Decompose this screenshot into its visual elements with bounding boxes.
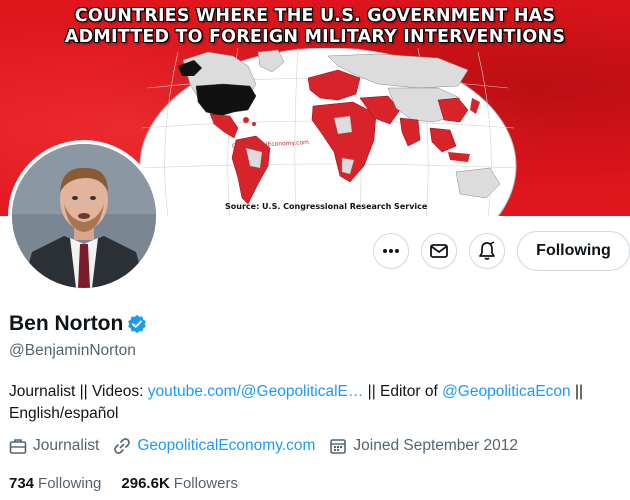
joined-item: Joined September 2012 [329,437,518,455]
profession-label: Journalist [33,437,100,454]
ellipsis-icon [383,249,399,253]
banner-title-line1: COUNTRIES WHERE THE U.S. GOVERNMENT HAS [74,6,556,26]
calendar-icon [330,439,347,454]
profile-name-row: Ben Norton [9,312,147,336]
bio-mention-link[interactable]: @GeopoliticaEcon [442,383,571,400]
world-map [138,47,518,216]
profile-name: Ben Norton [9,312,124,335]
following-stat-link[interactable]: 734 Following [9,475,101,492]
message-button[interactable] [421,233,457,269]
followers-stat-link[interactable]: 296.6K Followers [121,475,238,492]
more-button[interactable] [373,233,409,269]
joined-date: Joined September 2012 [353,437,518,454]
briefcase-icon [9,439,27,454]
bio-text-middle: || Editor of [363,383,443,400]
banner-title: COUNTRIES WHERE THE U.S. GOVERNMENT HAS … [0,6,630,48]
following-label: Following [38,475,102,492]
verified-badge-icon[interactable] [127,314,147,334]
website-link[interactable]: GeopoliticalEconomy.com [137,437,315,455]
link-icon [114,438,131,454]
website-item[interactable]: GeopoliticalEconomy.com [113,437,315,455]
map-source-caption: Source: U.S. Congressional Research Serv… [225,202,428,211]
bio-text-prefix: Journalist || Videos: [9,383,148,400]
profile-meta: Journalist GeopoliticalEconomy.com Joine… [9,437,532,455]
banner-title-line2: ADMITTED TO FOREIGN MILITARY INTERVENTIO… [64,27,566,47]
profile-handle: @BenjaminNorton [9,342,136,359]
envelope-icon [430,244,448,258]
following-button[interactable]: Following [517,231,630,271]
profile-stats: 734 Following 296.6K Followers [9,475,258,492]
followers-label: Followers [173,475,238,492]
bio-text-suffix: || [570,383,584,400]
following-count: 734 [9,475,35,492]
avatar[interactable] [8,140,160,292]
followers-count: 296.6K [121,475,170,492]
avatar-photo [12,144,156,288]
notifications-button[interactable] [469,233,505,269]
bio-language-line: English/español [9,405,119,422]
bio-youtube-link[interactable]: youtube.com/@GeopoliticalE… [148,383,364,400]
bell-icon [479,241,495,260]
profession-item: Journalist [9,437,99,455]
profile-bio: Journalist || Videos: youtube.com/@Geopo… [9,381,619,425]
